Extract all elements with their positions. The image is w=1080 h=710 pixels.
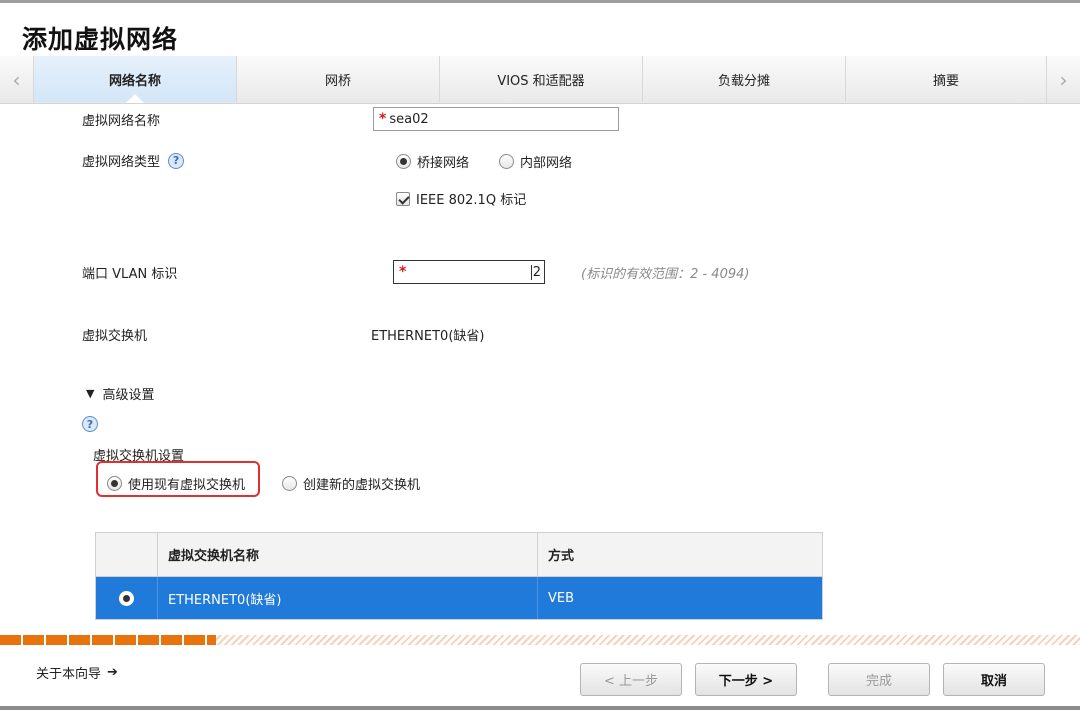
wizard-window: 添加虚拟网络 ‹ 网络名称 网桥 VIOS 和适配器 负载分摊 摘要 › 虚拟网… — [0, 0, 1080, 710]
use-existing-vswitch-radio[interactable] — [107, 476, 122, 491]
help-icon[interactable]: ? — [168, 152, 185, 169]
tab-network-name[interactable]: 网络名称 — [34, 56, 237, 102]
scroll-right-icon[interactable]: › — [1046, 56, 1080, 104]
virtual-switch-label: 虚拟交换机 — [82, 329, 148, 344]
network-name-input[interactable]: * sea02 — [373, 107, 619, 131]
help-icon[interactable]: ? — [82, 416, 98, 432]
required-icon: * — [379, 111, 387, 127]
network-type-label: 虚拟网络类型 — [82, 155, 161, 170]
vswitch-table: 虚拟交换机名称 方式 ETHERNET0(缺省) VEB — [95, 532, 823, 620]
virtual-switch-value: ETHERNET0(缺省) — [371, 329, 485, 344]
ieee-tag-checkbox[interactable] — [396, 191, 410, 206]
bottom-border — [0, 706, 1080, 710]
vlan-id-input[interactable]: * 2 — [393, 260, 545, 284]
cancel-button[interactable]: 取消 — [943, 663, 1045, 696]
about-wizard-label: 关于本向导 — [36, 667, 102, 682]
tab-vios-adapters[interactable]: VIOS 和适配器 — [440, 56, 643, 102]
vswitch-name-cell: ETHERNET0(缺省) — [158, 577, 538, 619]
use-existing-vswitch-option[interactable]: 使用现有虚拟交换机 — [107, 474, 245, 493]
row-select-radio[interactable] — [119, 590, 134, 606]
required-icon: * — [399, 264, 407, 280]
tab-load-sharing[interactable]: 负载分摊 — [643, 56, 846, 102]
advanced-settings-toggle[interactable]: ▼ 高级设置 — [86, 384, 154, 403]
table-header: 虚拟交换机名称 方式 — [96, 533, 822, 577]
tab-bridge[interactable]: 网桥 — [237, 56, 440, 102]
page-title: 添加虚拟网络 — [22, 25, 179, 54]
ieee-tag-label: IEEE 802.1Q 标记 — [416, 193, 527, 208]
wizard-progress-fill — [0, 635, 216, 645]
create-new-vswitch-radio[interactable] — [282, 476, 297, 491]
table-row[interactable]: ETHERNET0(缺省) VEB — [96, 577, 822, 619]
wizard-tab-bar: ‹ 网络名称 网桥 VIOS 和适配器 负载分摊 摘要 › — [0, 56, 1080, 104]
row-select-cell[interactable] — [96, 577, 158, 619]
vswitch-mode-cell: VEB — [548, 590, 575, 606]
top-border — [0, 0, 1080, 3]
network-name-label: 虚拟网络名称 — [82, 114, 161, 129]
about-wizard-link[interactable]: 关于本向导 ➔ — [36, 663, 118, 682]
finish-button[interactable]: 完成 — [828, 663, 930, 696]
scroll-left-icon[interactable]: ‹ — [0, 56, 34, 104]
column-header-mode[interactable]: 方式 — [538, 533, 822, 576]
tab-summary[interactable]: 摘要 — [846, 56, 1046, 102]
bridged-network-option[interactable]: 桥接网络 — [396, 152, 469, 171]
next-button[interactable]: 下一步 > — [695, 663, 797, 696]
column-header-name[interactable]: 虚拟交换机名称 — [158, 533, 538, 576]
vlan-range-hint: (标识的有效范围：2 - 4094) — [581, 267, 750, 282]
triangle-down-icon: ▼ — [86, 387, 95, 400]
internal-network-radio[interactable] — [499, 154, 514, 169]
network-name-value: sea02 — [389, 111, 429, 127]
create-new-vswitch-option[interactable]: 创建新的虚拟交换机 — [282, 474, 420, 493]
use-existing-vswitch-label: 使用现有虚拟交换机 — [128, 478, 246, 493]
internal-network-label: 内部网络 — [520, 156, 573, 171]
wizard-progress-bar — [0, 635, 1080, 645]
vlan-id-label: 端口 VLAN 标识 — [82, 267, 178, 282]
column-header-select — [96, 533, 158, 576]
bridged-network-radio[interactable] — [396, 154, 411, 169]
previous-button[interactable]: < 上一步 — [580, 663, 682, 696]
network-type-row: 虚拟网络类型 ? — [82, 151, 185, 170]
ieee-tag-option[interactable]: IEEE 802.1Q 标记 — [396, 189, 526, 208]
create-new-vswitch-label: 创建新的虚拟交换机 — [303, 478, 421, 493]
internal-network-option[interactable]: 内部网络 — [499, 152, 572, 171]
advanced-settings-label: 高级设置 — [102, 388, 155, 403]
arrow-right-icon: ➔ — [107, 665, 118, 680]
bridged-network-label: 桥接网络 — [417, 156, 470, 171]
advanced-help: ? — [82, 416, 98, 432]
vlan-id-value: 2 — [530, 264, 541, 280]
